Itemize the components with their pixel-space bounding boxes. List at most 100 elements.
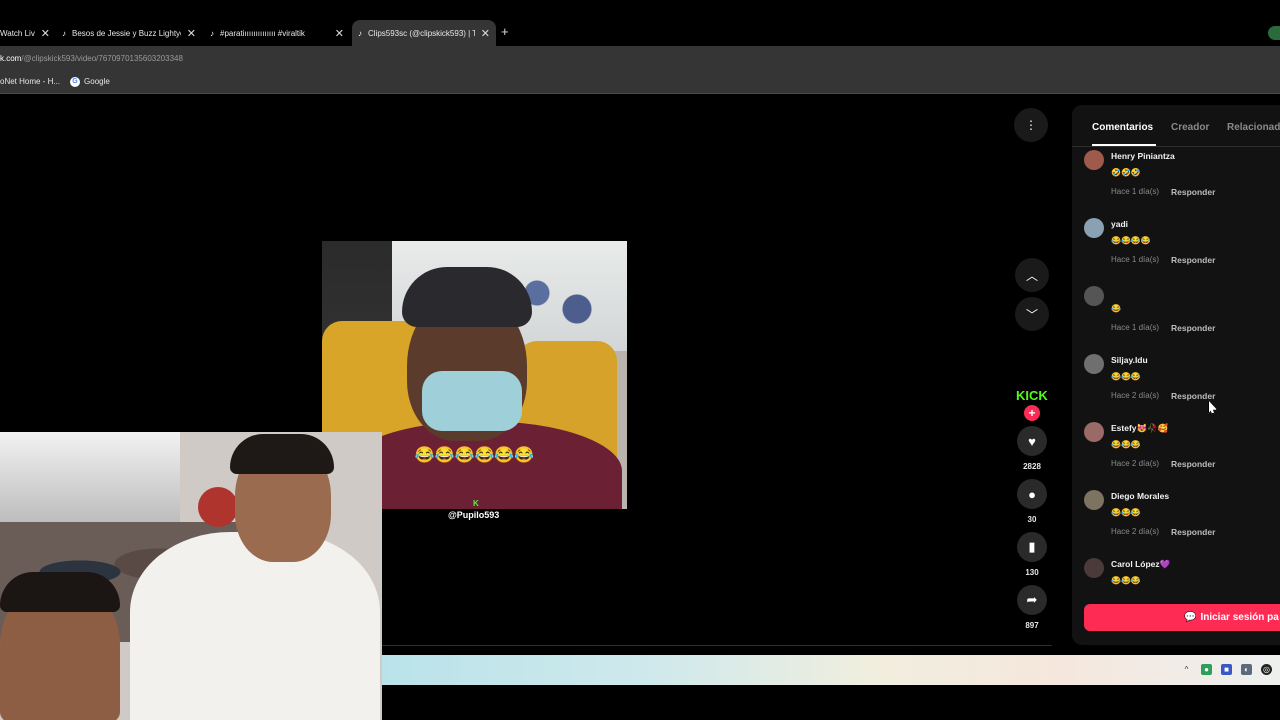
bookmarks-bar: oNet Home - H... G Google bbox=[0, 70, 1280, 94]
comment-item: Siljay.Idu 😂😂😂 Hace 2 día(s) Responder bbox=[1084, 354, 1274, 418]
browser-tab[interactable]: ♪ Besos de Jessie y Buzz Lightyear ✕ bbox=[56, 20, 202, 46]
address-host: k.com bbox=[0, 53, 22, 63]
bookmark-icon: ▮ bbox=[1028, 539, 1036, 554]
comment-time: Hace 2 día(s) bbox=[1111, 527, 1160, 536]
comment-time: Hace 2 día(s) bbox=[1111, 391, 1160, 400]
screen: Watch Live ✕ ♪ Besos de Jessie y Buzz Li… bbox=[0, 0, 1280, 720]
profile-badge[interactable] bbox=[1268, 26, 1280, 40]
comment-count: 30 bbox=[1027, 515, 1037, 524]
save-button[interactable]: ▮ bbox=[1017, 532, 1047, 562]
comment-item: Estefy😻🥀🥰 😂😂😂 Hace 2 día(s) Responder bbox=[1084, 422, 1274, 486]
chat-icon: 💬 bbox=[1184, 612, 1197, 623]
avatar[interactable] bbox=[1084, 286, 1104, 306]
video-frame-cap bbox=[402, 267, 532, 327]
comment-button[interactable]: ● bbox=[1017, 479, 1047, 509]
divider bbox=[382, 645, 1052, 646]
avatar[interactable] bbox=[1084, 490, 1104, 510]
comment-text: 😂😂😂 bbox=[1111, 372, 1141, 381]
close-icon[interactable]: ✕ bbox=[335, 27, 344, 40]
comment-item: Diego Morales 😂😂😂 Hace 2 día(s) Responder bbox=[1084, 490, 1274, 554]
comment-text: 😂😂😂 bbox=[1111, 440, 1141, 449]
panel-tabs: Comentarios Creador Relacionado bbox=[1072, 105, 1280, 147]
previous-video-button[interactable]: ︿ bbox=[1015, 258, 1049, 292]
comment-author[interactable]: yadi bbox=[1111, 219, 1128, 229]
video-frame-mask bbox=[422, 371, 522, 431]
comment-text: 😂😂😂 bbox=[1111, 508, 1141, 517]
bookmark-item[interactable]: G Google bbox=[70, 76, 110, 87]
bookmark-label: oNet Home - H... bbox=[0, 77, 61, 86]
comment-text: 🤣🤣🤣 bbox=[1111, 168, 1141, 177]
next-video-button[interactable]: ﹀ bbox=[1015, 297, 1049, 331]
system-tray: ^ ● ■ ◐ ◎ bbox=[1181, 664, 1272, 675]
more-vertical-icon: ⋮ bbox=[1025, 118, 1037, 132]
comment-text: 😂😂😂😂 bbox=[1111, 236, 1151, 245]
tiktok-icon: ♪ bbox=[358, 28, 362, 38]
comment-author[interactable]: Siljay.Idu bbox=[1111, 355, 1148, 365]
reply-button[interactable]: Responder bbox=[1171, 459, 1215, 469]
active-tab-indicator bbox=[1092, 144, 1156, 146]
more-options-button[interactable]: ⋮ bbox=[1014, 108, 1048, 142]
comment-author[interactable]: Carol López💜 bbox=[1111, 559, 1170, 570]
app-icon[interactable]: ◎ bbox=[1261, 664, 1272, 675]
tab-related[interactable]: Relacionado bbox=[1227, 122, 1280, 133]
app-icon[interactable]: ■ bbox=[1221, 664, 1232, 675]
browser-tab[interactable]: ♪ #paratiıııııııııııııı #viraltik ✕ bbox=[204, 20, 350, 46]
app-icon[interactable]: ● bbox=[1201, 664, 1212, 675]
follow-button[interactable]: + bbox=[1024, 405, 1040, 421]
browser-tab-active[interactable]: ♪ Clips593sc (@clipskick593) | TikTok ✕ bbox=[352, 20, 496, 46]
reply-button[interactable]: Responder bbox=[1171, 391, 1215, 401]
tab-title: #paratiıııııııııııııı #viraltik bbox=[220, 28, 305, 38]
reply-button[interactable]: Responder bbox=[1171, 255, 1215, 265]
comment-author[interactable]: Diego Morales bbox=[1111, 491, 1169, 501]
comment-author[interactable]: Henry Piniantza bbox=[1111, 151, 1175, 161]
reply-button[interactable]: Responder bbox=[1171, 187, 1215, 197]
tab-title: Watch Live bbox=[0, 28, 35, 38]
chevron-up-icon: ︿ bbox=[1025, 268, 1038, 283]
address-bar[interactable]: k.com /@clipskick593/video/7670970135603… bbox=[0, 46, 1280, 70]
comment-time: Hace 2 día(s) bbox=[1111, 459, 1160, 468]
chevron-down-icon: ﹀ bbox=[1025, 307, 1038, 322]
close-icon[interactable]: ✕ bbox=[187, 27, 196, 40]
like-button[interactable]: ♥ bbox=[1017, 426, 1047, 456]
share-button[interactable]: ➦ bbox=[1017, 585, 1047, 615]
close-icon[interactable]: ✕ bbox=[41, 27, 50, 40]
avatar[interactable] bbox=[1084, 150, 1104, 170]
tab-creator[interactable]: Creador bbox=[1171, 122, 1209, 133]
comment-icon: ● bbox=[1028, 486, 1036, 502]
bookmark-label: Google bbox=[84, 77, 110, 86]
comments-panel: Comentarios Creador Relacionado Henry Pi… bbox=[1072, 105, 1280, 645]
reply-button[interactable]: Responder bbox=[1171, 323, 1215, 333]
close-icon[interactable]: ✕ bbox=[481, 27, 490, 40]
comment-text: 😂 bbox=[1111, 304, 1121, 313]
app-icon[interactable]: ◐ bbox=[1241, 664, 1252, 675]
comment-author[interactable]: Estefy😻🥀🥰 bbox=[1111, 423, 1168, 434]
heart-icon: ♥ bbox=[1028, 433, 1036, 449]
browser-tab[interactable]: Watch Live ✕ bbox=[0, 20, 56, 46]
avatar[interactable] bbox=[1084, 354, 1104, 374]
chevron-up-icon[interactable]: ^ bbox=[1181, 664, 1192, 675]
tab-title: Besos de Jessie y Buzz Lightyear bbox=[72, 28, 181, 38]
browser-tabbar: Watch Live ✕ ♪ Besos de Jessie y Buzz Li… bbox=[0, 0, 1280, 46]
avatar[interactable] bbox=[1084, 422, 1104, 442]
share-icon: ➦ bbox=[1026, 592, 1038, 607]
comment-text: 😂😂😂 bbox=[1111, 576, 1141, 585]
reply-button[interactable]: Responder bbox=[1171, 527, 1215, 537]
save-count: 130 bbox=[1025, 568, 1039, 577]
creator-avatar[interactable]: KICK bbox=[1016, 388, 1048, 403]
tab-comments[interactable]: Comentarios bbox=[1092, 122, 1153, 133]
tab-title: Clips593sc (@clipskick593) | TikTok bbox=[368, 28, 475, 38]
webcam-child-hair bbox=[0, 572, 120, 612]
comment-item: yadi 😂😂😂😂 Hace 1 día(s) Responder bbox=[1084, 218, 1274, 282]
login-button[interactable]: 💬 Iniciar sesión pa bbox=[1084, 604, 1280, 631]
avatar[interactable] bbox=[1084, 218, 1104, 238]
bookmark-item[interactable]: oNet Home - H... bbox=[0, 77, 60, 86]
comment-time: Hace 1 día(s) bbox=[1111, 187, 1160, 196]
video-watermark: @Pupilo593 bbox=[448, 510, 500, 520]
address-path: /@clipskick593/video/7670970135603203348 bbox=[21, 53, 183, 63]
new-tab-button[interactable]: + bbox=[501, 24, 509, 39]
avatar[interactable] bbox=[1084, 558, 1104, 578]
like-count: 2828 bbox=[1023, 462, 1041, 471]
comment-item: Henry Piniantza 🤣🤣🤣 Hace 1 día(s) Responder bbox=[1084, 150, 1274, 214]
login-label: Iniciar sesión pa bbox=[1200, 612, 1279, 623]
webcam-hair bbox=[230, 434, 334, 474]
